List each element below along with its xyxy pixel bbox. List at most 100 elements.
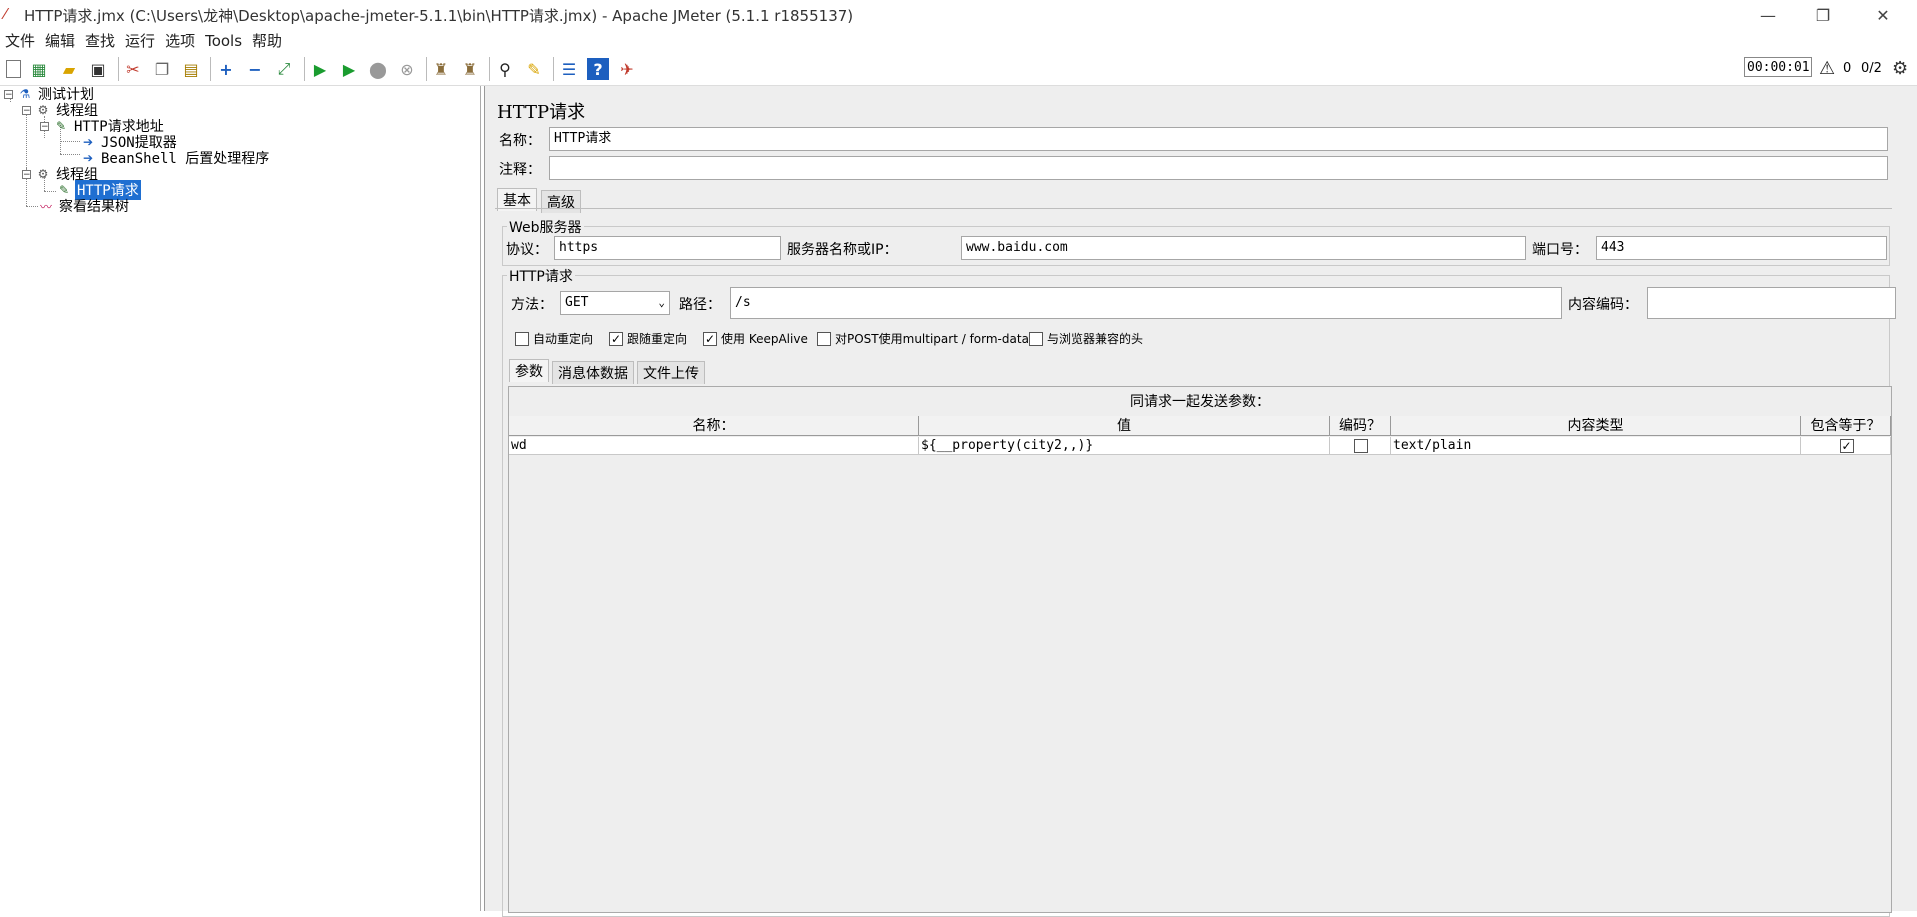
sampler-icon: ✎ <box>55 119 67 133</box>
active-threads: 0/2 <box>1861 61 1882 76</box>
menu-item-3[interactable]: 运行 <box>120 30 160 52</box>
postprocessor-icon: ➔ <box>82 151 94 165</box>
tree-item-beanshell-postprocessor[interactable]: ➔ BeanShell 后置处理程序 <box>80 150 271 167</box>
thread-group-icon: ⚙ <box>37 167 49 181</box>
comment-field[interactable] <box>549 156 1888 180</box>
collapse-icon[interactable]: − <box>244 58 266 80</box>
column-header-include-equals[interactable]: 包含等于？ <box>1801 416 1891 436</box>
help-icon[interactable]: ? <box>587 58 609 80</box>
collapse-toggle-icon[interactable]: − <box>4 89 13 99</box>
test-plan-icon: ⚗ <box>19 87 31 101</box>
function-helper-icon[interactable]: ☰ <box>558 58 580 80</box>
name-label: 名称： <box>499 133 541 149</box>
expand-icon[interactable]: + <box>215 58 237 80</box>
collapse-toggle-icon[interactable]: − <box>22 169 31 179</box>
menu-item-2[interactable]: 查找 <box>80 30 120 52</box>
follow-redirect-checkbox[interactable]: ✓ 跟随重定向 <box>609 330 687 347</box>
minimize-button[interactable]: — <box>1745 0 1791 30</box>
include-equals-checkbox[interactable]: ✓ <box>1839 439 1854 453</box>
start-icon[interactable]: ▶ <box>309 58 331 80</box>
checkbox-box <box>1029 331 1043 346</box>
elapsed-timer: 00:00:01 <box>1744 57 1812 77</box>
tab-parameters[interactable]: 参数 <box>509 359 549 382</box>
column-header-encode[interactable]: 编码？ <box>1330 416 1391 436</box>
new-icon[interactable] <box>2 58 24 80</box>
param-encode-cell[interactable] <box>1330 437 1391 455</box>
column-header-name[interactable]: 名称： <box>509 416 919 436</box>
cut-icon[interactable]: ✂ <box>122 58 144 80</box>
warning-icon[interactable]: ⚠ <box>1819 58 1835 79</box>
auto-redirect-checkbox[interactable]: 自动重定向 <box>515 330 593 347</box>
param-value-cell[interactable]: ${__property(city2,,)} <box>919 437 1330 455</box>
path-field[interactable]: /s <box>730 287 1562 319</box>
encoding-label: 内容编码： <box>1568 297 1638 313</box>
port-field[interactable]: 443 <box>1596 236 1887 260</box>
templates-icon[interactable]: ▦ <box>28 58 50 80</box>
tab-advanced[interactable]: 高级 <box>541 190 581 213</box>
encoding-field[interactable] <box>1647 287 1896 319</box>
save-icon[interactable]: ▣ <box>87 58 109 80</box>
column-header-content-type[interactable]: 内容类型 <box>1391 416 1801 436</box>
server-field[interactable]: www.baidu.com <box>961 236 1526 260</box>
paste-icon[interactable]: ▤ <box>180 58 202 80</box>
toggle-icon[interactable]: ⤢ <box>273 58 295 80</box>
test-plan-tree: − ⚗ 测试计划 − ⚙ 线程组 − ✎ HTTP请求地址 ➔ JSON提取器 … <box>0 86 481 911</box>
protocol-label: 协议： <box>506 242 548 258</box>
tree-item-view-results-tree[interactable]: 〰 察看结果树 <box>38 198 131 215</box>
param-include-equals-cell[interactable]: ✓ <box>1801 437 1891 455</box>
comment-label: 注释： <box>499 162 541 178</box>
menu-item-4[interactable]: 选项 <box>160 30 200 52</box>
panel-title: HTTP请求 <box>497 102 586 123</box>
menu-item-6[interactable]: 帮助 <box>247 30 287 52</box>
open-icon[interactable]: ▰ <box>58 58 80 80</box>
encode-checkbox[interactable] <box>1354 439 1368 453</box>
port-label: 端口号： <box>1532 242 1588 258</box>
checkbox-box <box>515 331 529 346</box>
copy-icon[interactable]: ❐ <box>151 58 173 80</box>
method-label: 方法： <box>511 297 553 313</box>
tab-divider <box>495 208 1892 209</box>
checkbox-box <box>817 331 831 346</box>
multipart-checkbox[interactable]: 对POST使用multipart / form-data <box>817 330 1029 347</box>
parameters-caption: 同请求一起发送参数： <box>1130 394 1270 410</box>
name-field[interactable]: HTTP请求 <box>549 127 1888 151</box>
collapse-toggle-icon[interactable]: − <box>40 121 49 131</box>
close-button[interactable]: ✕ <box>1860 0 1906 30</box>
parameters-table: 同请求一起发送参数： 名称： 值 编码？ 内容类型 包含等于？ wd ${__p… <box>508 386 1892 913</box>
keepalive-checkbox[interactable]: ✓ 使用 KeepAlive <box>703 330 808 347</box>
extractor-icon: ➔ <box>82 135 94 149</box>
tab-body-data[interactable]: 消息体数据 <box>552 361 634 384</box>
param-name-cell[interactable]: wd <box>509 437 919 455</box>
menu-item-0[interactable]: 文件 <box>0 30 40 52</box>
restore-button[interactable]: ❐ <box>1800 0 1846 30</box>
warning-count: 0 <box>1843 61 1852 76</box>
start-no-pause-icon[interactable]: ▶ <box>338 58 360 80</box>
tab-file-upload[interactable]: 文件上传 <box>637 361 705 384</box>
toolbar: ▦ ▰ ▣ ✂ ❐ ▤ + − ⤢ ▶ ▶ ⬤ ⊗ ♜ ♜ ⚲ ✎ ☰ ? ✈ … <box>0 53 1917 86</box>
param-content-type-cell[interactable]: text/plain <box>1391 437 1801 455</box>
collapse-toggle-icon[interactable]: − <box>22 105 31 115</box>
menu-item-5[interactable]: Tools <box>200 30 247 52</box>
shutdown-icon[interactable]: ⊗ <box>396 58 418 80</box>
menu-item-1[interactable]: 编辑 <box>40 30 80 52</box>
clear-all-icon[interactable]: ♜ <box>459 58 481 80</box>
column-header-value[interactable]: 值 <box>919 416 1330 436</box>
reset-search-icon[interactable]: ✎ <box>523 58 545 80</box>
search-icon[interactable]: ⚲ <box>494 58 516 80</box>
window-title: HTTP请求.jmx (C:\Users\龙神\Desktop\apache-j… <box>24 7 854 25</box>
checkbox-box: ✓ <box>703 331 717 346</box>
title-bar: ⁄ HTTP请求.jmx (C:\Users\龙神\Desktop\apache… <box>0 0 1917 30</box>
stop-icon[interactable]: ⬤ <box>367 58 389 80</box>
protocol-field[interactable]: https <box>554 236 781 260</box>
remote-icon[interactable]: ✈ <box>616 58 638 80</box>
thread-group-icon: ⚙ <box>37 103 49 117</box>
clear-icon[interactable]: ♜ <box>430 58 452 80</box>
listener-icon: 〰 <box>39 199 52 214</box>
checkbox-box: ✓ <box>609 331 623 346</box>
server-label: 服务器名称或IP： <box>787 242 898 258</box>
browser-headers-checkbox[interactable]: 与浏览器兼容的头 <box>1029 330 1143 347</box>
chevron-down-icon: ⌄ <box>658 296 665 309</box>
jmeter-logo-icon: ⁄ <box>4 5 7 23</box>
method-select[interactable]: GET ⌄ <box>560 291 670 315</box>
sampler-icon: ✎ <box>58 183 70 197</box>
